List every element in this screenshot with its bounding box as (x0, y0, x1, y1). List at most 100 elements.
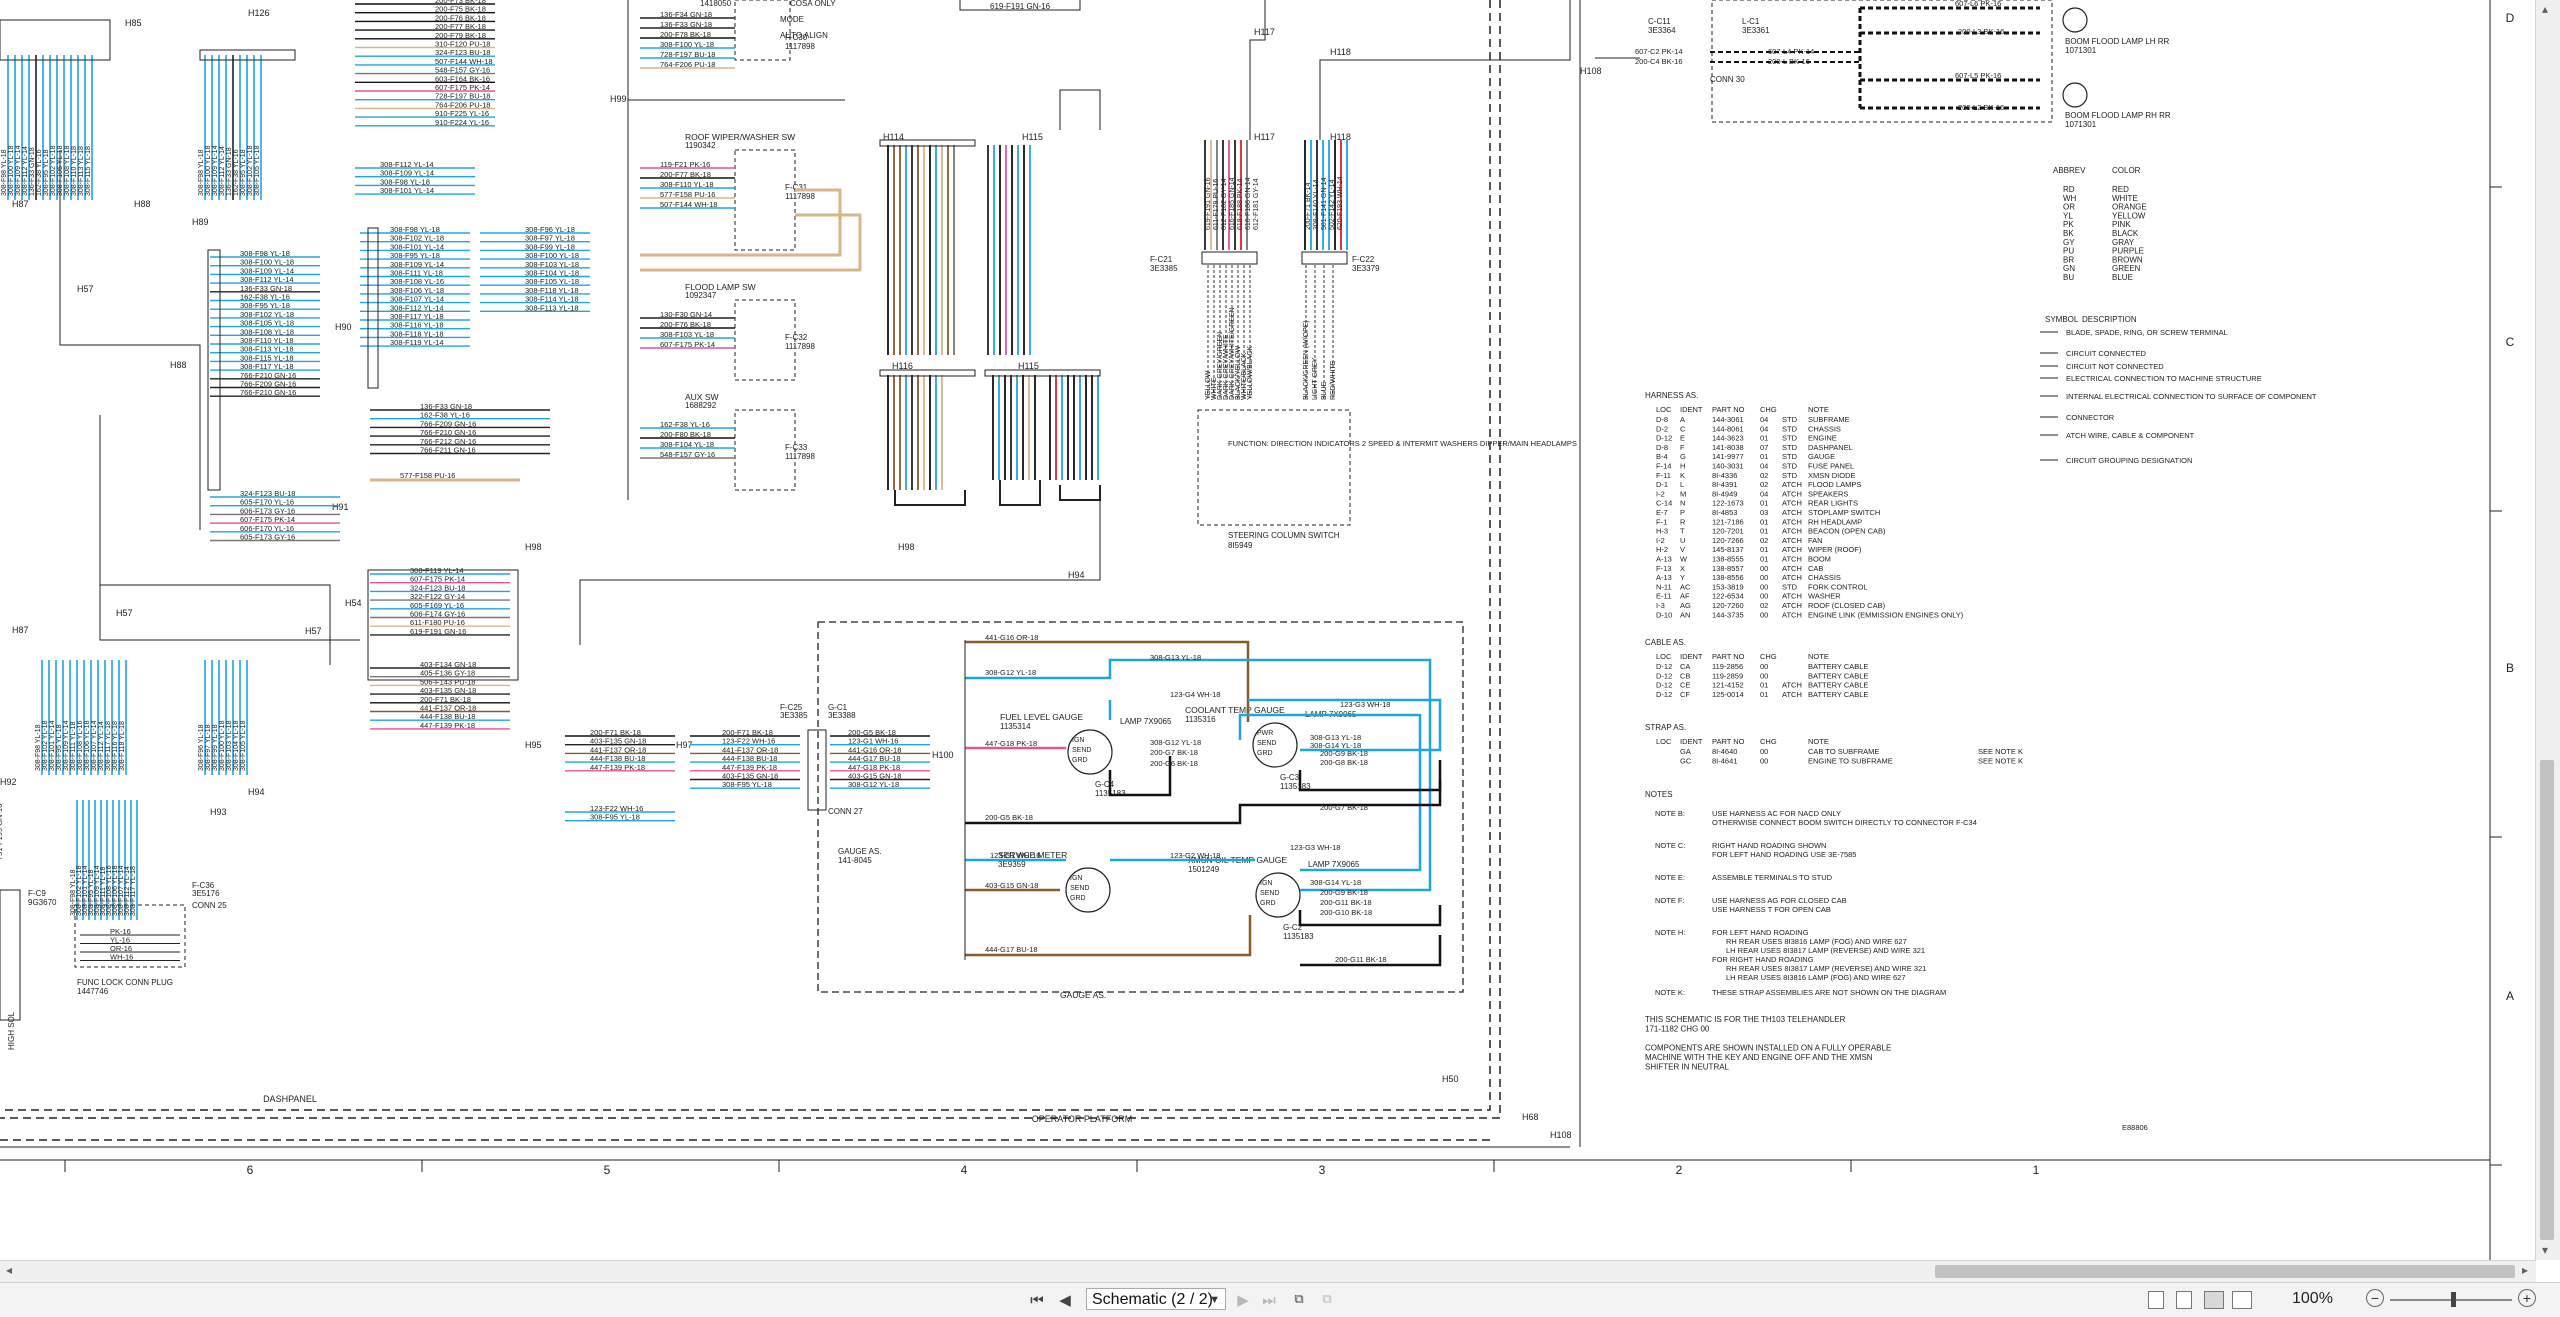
two-page-continuous-view-icon[interactable] (2232, 1291, 2252, 1309)
table-cell: REAR LIGHTS (1808, 499, 1858, 508)
two-page-view-icon[interactable] (2204, 1291, 2224, 1309)
table-cell: N-11 (1656, 582, 1672, 591)
table-cell: W (1680, 555, 1688, 564)
scroll-right-icon[interactable]: ▸ (2522, 1263, 2528, 1277)
wire-label: 308-F102 YL-18 (50, 145, 57, 196)
wire-label: 130-F30 GN-14 (660, 310, 712, 319)
wire-label: 308-F97 YL-18 (525, 234, 575, 243)
grid-row-label: D (2506, 11, 2515, 25)
wire-label: 444-F138 BU-18 (590, 754, 645, 763)
flood-connector-label: CONN 30 (1710, 75, 1745, 84)
table-cell: 122-1673 (1712, 499, 1744, 508)
steering-color-label: BLACK/GREEN (W/OPE) (1303, 320, 1310, 400)
wire-label: 324-F123 BU-18 (410, 583, 465, 592)
wire-label: 506-F143 PU-18 (420, 677, 475, 686)
next-view-button[interactable]: ⧉ (1316, 1289, 1338, 1311)
previous-page-button[interactable]: ◀ (1054, 1289, 1076, 1311)
wire-label: 308-G12 YL-18 (1150, 738, 1201, 747)
gauge-terminal-label: GRD (1070, 895, 1086, 902)
gauge-name-label: COOLANT TEMP GAUGE (1185, 705, 1285, 715)
wire-label: 200-G11 BK-18 (1335, 955, 1387, 964)
single-page-view-icon[interactable] (2148, 1291, 2164, 1309)
flood-lamp-label: BOOM FLOOD LAMP LH RR (2065, 37, 2170, 46)
table-cell: F-11 (1656, 471, 1671, 480)
previous-view-button[interactable]: ⧉ (1288, 1289, 1310, 1311)
wire-line (640, 213, 862, 272)
gauge-terminal-label: IGN (1260, 880, 1272, 887)
page-select[interactable]: Schematic (2 / 2) ▼ (1086, 1288, 1226, 1310)
wire-label: 162-F38 YL-16 (36, 149, 43, 196)
scroll-down-icon[interactable]: ▾ (2542, 1243, 2548, 1257)
wire-label: 607-C2 PK-14 (1635, 47, 1683, 56)
abbrev-color: GRAY (2112, 238, 2135, 247)
wire-label: 136-F34 GN-18 (660, 10, 712, 19)
wire-label: 507-F144 WH-18 (435, 57, 493, 66)
table-cell: ATCH (1782, 573, 1802, 582)
table-cell: 120-7260 (1712, 601, 1744, 610)
zoom-out-button[interactable]: − (2366, 1289, 2384, 1307)
wire-label: 308-F118 YL-18 (525, 286, 579, 295)
wire-label: 502-F142 YL-14 (1329, 179, 1336, 230)
table-cell: X (1680, 564, 1685, 573)
table-cell: 8I-4853 (1712, 508, 1737, 517)
wire-label: 200-L BK-16 (1768, 57, 1810, 66)
table-cell: 03 (1760, 508, 1768, 517)
wire-label: 308-F109 YL-14 (240, 266, 294, 275)
flood-lamp-symbol (2062, 82, 2088, 108)
steering-connector-label: F-C21 (1150, 255, 1173, 264)
table-cell: BATTERY CABLE (1808, 690, 1868, 699)
first-page-button[interactable]: ⏮ (1026, 1289, 1048, 1311)
wire-label: 308-F113 YL-18 (525, 303, 579, 312)
table-title: STRAP AS. (1645, 723, 1686, 732)
wire-label: 308-F95 YL-18 (590, 813, 640, 822)
abbrev-code: WH (2063, 194, 2077, 203)
connector-box (0, 19, 111, 61)
scroll-up-icon[interactable]: ▴ (2542, 2, 2548, 16)
table-cell: D-10 (1656, 610, 1672, 619)
table-header: CHG (1760, 737, 1777, 746)
table-cell: M (1680, 489, 1686, 498)
connector-label: H85 (125, 18, 142, 28)
wire-label: 606-F170 YL-16 (240, 524, 294, 533)
zoom-in-button[interactable]: + (2518, 1289, 2536, 1307)
wire-label: 766-F210 GN-16 (420, 428, 476, 437)
connector-label: H94 (1068, 570, 1085, 580)
single-continuous-view-icon[interactable] (2176, 1291, 2192, 1309)
table-cell: H-2 (1656, 545, 1668, 554)
wire-label: 441-F137 OR-18 (590, 745, 646, 754)
wire-label: 200-G8 BK-18 (1320, 758, 1368, 767)
zoom-slider-thumb[interactable] (2451, 1292, 2456, 1307)
vertical-scroll-thumb[interactable] (2540, 760, 2554, 1240)
wire-label: 606-F173 GY-16 (240, 506, 295, 515)
wire-label: 619-F191 GN-16 (1205, 177, 1212, 230)
wire-label: 308-F101 YL-14 (49, 720, 56, 771)
wire-label: 308-F105 YL-18 (254, 145, 261, 196)
wire-label: 200-G7 BK-18 (1150, 748, 1198, 757)
table-cell: STD (1782, 452, 1798, 461)
connector-label: H94 (248, 787, 265, 797)
table-cell: ROOF (CLOSED CAB) (1808, 601, 1886, 610)
status-bar: ⏮ ◀ Schematic (2 / 2) ▼ ▶ ⏭ ⧉ ⧉ 100% − + (0, 1282, 2560, 1317)
table-cell: H (1680, 462, 1685, 471)
vertical-scrollbar[interactable]: ▴ ▾ (2535, 0, 2560, 1260)
table-header: PART NO (1712, 737, 1745, 746)
wire-label: 308-F115 YL-18 (85, 146, 92, 196)
wire-label: 200-F77 BK-18 (660, 170, 711, 179)
table-cell: ATCH (1782, 536, 1802, 545)
wire-label: 728-F197 BU-18 (660, 50, 715, 59)
table-cell: ATCH (1782, 508, 1802, 517)
page-select-value: Schematic (2 / 2) (1092, 1291, 1213, 1308)
horizontal-scroll-thumb[interactable] (1935, 1265, 2515, 1278)
wire-label: 308-F112 YL-14 (390, 303, 444, 312)
table-cell: 125-0014 (1712, 690, 1744, 699)
scroll-left-icon[interactable]: ◂ (6, 1263, 12, 1277)
horizontal-scrollbar[interactable]: ◂ ▸ (0, 1260, 2536, 1283)
wire-label: 200-G9 BK-18 (1320, 888, 1368, 897)
wire-label: 764-F206 PU-18 (660, 60, 715, 69)
steering-connector-label: F-C22 (1352, 255, 1375, 264)
pdf-viewer-window: DASHPANEL OPERATOR PLATFORM 6 5 4 3 2 1 D C B A H85 H… (0, 0, 2560, 1317)
table-cell: STD (1782, 582, 1798, 591)
switch-name-label: COSA ONLY (790, 0, 836, 8)
last-page-button[interactable]: ⏭ (1258, 1289, 1280, 1311)
next-page-button[interactable]: ▶ (1232, 1289, 1254, 1311)
